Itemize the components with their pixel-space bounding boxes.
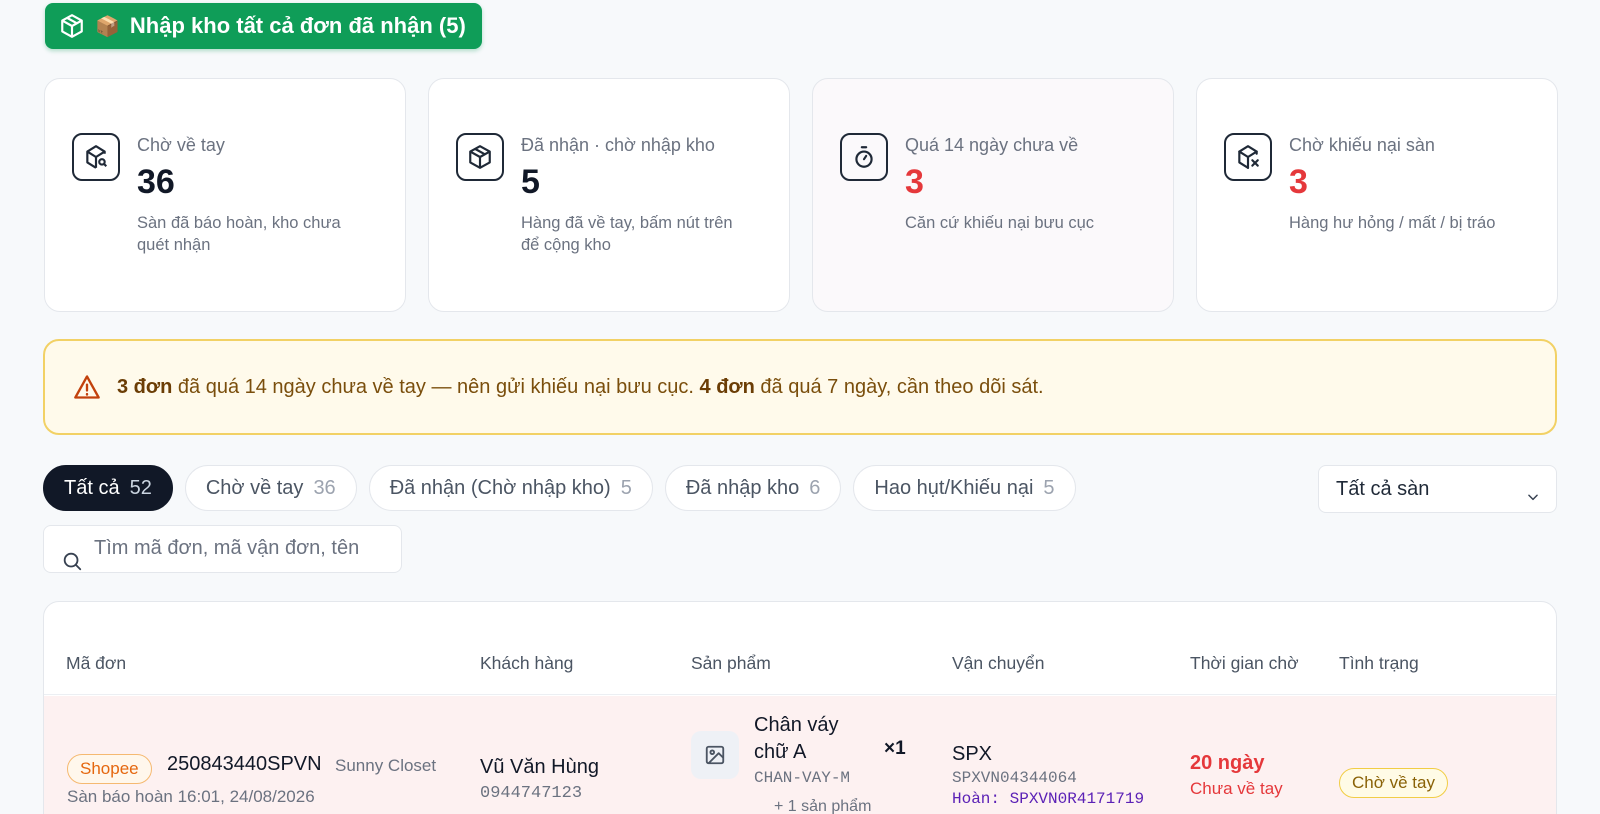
stats-cards: Chờ về tay 36 Sàn đã báo hoàn, kho chưa … bbox=[44, 78, 1558, 312]
column-header-customer[interactable]: Khách hàng bbox=[480, 653, 573, 674]
customer-name: Vũ Văn Hùng bbox=[480, 756, 599, 778]
alert-text-part2: đã quá 7 ngày, cần theo dõi sát. bbox=[754, 375, 1044, 398]
order-id[interactable]: 250843440SPVN bbox=[167, 753, 322, 776]
tab-imported[interactable]: Đã nhập kho 6 bbox=[664, 465, 842, 511]
alert-count-14-days: 3 đơn bbox=[117, 375, 173, 398]
table-header: Mã đơn Khách hàng Sản phẩm Vận chuyển Th… bbox=[44, 602, 1556, 695]
search-input[interactable] bbox=[94, 532, 384, 564]
stat-card-awaiting[interactable]: Chờ về tay 36 Sàn đã báo hoàn, kho chưa … bbox=[44, 78, 406, 312]
tab-awaiting[interactable]: Chờ về tay 36 bbox=[184, 465, 357, 511]
import-all-label: Nhập kho tất cả đơn đã nhận (5) bbox=[129, 13, 466, 38]
status-tabs: Tất cả 52 Chờ về tay 36 Đã nhận (Chờ nhậ… bbox=[43, 465, 1076, 511]
stat-label: Chờ về tay bbox=[137, 135, 225, 155]
tab-count: 5 bbox=[1043, 476, 1055, 499]
stat-label: Quá 14 ngày chưa về bbox=[905, 135, 1079, 155]
search-box bbox=[43, 525, 402, 573]
product-quantity: ×1 bbox=[884, 738, 906, 759]
stat-value: 3 bbox=[905, 163, 924, 201]
alert-text: 3 đơn đã quá 14 ngày chưa về tay — nên g… bbox=[117, 376, 1044, 399]
platform-badge: Shopee bbox=[67, 754, 152, 784]
stat-card-overdue[interactable]: Quá 14 ngày chưa về 3 Căn cứ khiếu nại b… bbox=[812, 78, 1174, 312]
tab-count: 6 bbox=[809, 476, 821, 499]
package-check-icon bbox=[61, 14, 83, 38]
tab-count: 36 bbox=[313, 476, 336, 499]
product-name-line2: chữ A bbox=[754, 741, 807, 763]
warning-triangle-icon bbox=[74, 375, 100, 399]
search-icon bbox=[63, 552, 82, 571]
wait-note: Chưa về tay bbox=[1190, 779, 1283, 798]
column-header-wait-time[interactable]: Thời gian chờ bbox=[1190, 653, 1299, 674]
alert-count-7-days: 4 đơn bbox=[699, 375, 755, 398]
wait-days: 20 ngày bbox=[1190, 752, 1265, 774]
stat-description: Căn cứ khiếu nại bưu cục bbox=[905, 214, 1095, 232]
return-label: Hoàn: bbox=[952, 790, 1001, 808]
image-icon bbox=[705, 745, 725, 765]
return-tracking-number: SPXVN0R4171719 bbox=[1009, 790, 1145, 808]
stat-description: Sàn đã báo hoàn, kho chưa quét nhận bbox=[137, 214, 341, 254]
order-note: Sàn báo hoàn 16:01, 24/08/2026 bbox=[67, 787, 315, 806]
column-header-shipping[interactable]: Vận chuyển bbox=[952, 653, 1044, 674]
tab-loss-complaint[interactable]: Hao hụt/Khiếu nại 5 bbox=[853, 465, 1076, 511]
more-products-link[interactable]: + 1 sản phẩm bbox=[774, 798, 871, 814]
timer-icon bbox=[840, 133, 888, 181]
product-sku: CHAN-VAY-M bbox=[754, 769, 851, 787]
chevron-down-icon bbox=[1528, 494, 1538, 501]
tab-label: Hao hụt/Khiếu nại bbox=[874, 476, 1034, 499]
stat-card-received[interactable]: Đã nhận · chờ nhập kho 5 Hàng đã về tay,… bbox=[428, 78, 790, 312]
stat-description: Hàng đã về tay, bấm nút trên để cộng kho bbox=[521, 214, 733, 254]
tab-label: Đã nhập kho bbox=[685, 476, 800, 499]
tab-count: 52 bbox=[129, 476, 152, 499]
customer-phone: 0944747123 bbox=[480, 784, 583, 803]
stat-value: 5 bbox=[521, 163, 540, 201]
tab-received[interactable]: Đã nhận (Chờ nhập kho) 5 bbox=[368, 465, 653, 511]
orders-table: Mã đơn Khách hàng Sản phẩm Vận chuyển Th… bbox=[43, 601, 1557, 814]
stat-value: 36 bbox=[137, 163, 175, 201]
tab-label: Tất cả bbox=[64, 476, 120, 499]
status-badge: Chờ về tay bbox=[1339, 768, 1448, 798]
column-header-status[interactable]: Tình trạng bbox=[1339, 653, 1419, 674]
tab-label: Đã nhận (Chờ nhập kho) bbox=[389, 476, 611, 499]
product-name-line1: Chân váy bbox=[754, 714, 839, 736]
table-row[interactable]: Shopee 250843440SPVN Sunny Closet Sàn bá… bbox=[44, 696, 1556, 814]
product-thumbnail bbox=[691, 731, 739, 779]
stat-label: Đã nhận · chờ nhập kho bbox=[521, 135, 715, 155]
stat-description: Hàng hư hỏng / mất / bị tráo bbox=[1289, 214, 1496, 232]
tracking-number: SPXVN04344064 bbox=[952, 769, 1077, 787]
import-all-button[interactable]: 📦 Nhập kho tất cả đơn đã nhận (5) bbox=[45, 3, 482, 49]
package-emoji-icon: 📦 bbox=[95, 15, 120, 38]
package-x-icon bbox=[1224, 133, 1272, 181]
platform-select-value: Tất cả sàn bbox=[1336, 477, 1430, 500]
tab-count: 5 bbox=[620, 476, 632, 499]
tab-label: Chờ về tay bbox=[205, 476, 304, 499]
package-search-icon bbox=[72, 133, 120, 181]
column-header-product[interactable]: Sản phẩm bbox=[691, 653, 771, 674]
alert-text-part1: đã quá 14 ngày chưa về tay — nên gửi khi… bbox=[172, 375, 700, 398]
shop-name: Sunny Closet bbox=[335, 756, 437, 775]
stat-card-complaint[interactable]: Chờ khiếu nại sàn 3 Hàng hư hỏng / mất /… bbox=[1196, 78, 1558, 312]
tab-all[interactable]: Tất cả 52 bbox=[43, 465, 173, 511]
carrier-name: SPX bbox=[952, 743, 993, 765]
return-tracking: Hoàn: SPXVN0R4171719 bbox=[952, 790, 1144, 808]
stat-label: Chờ khiếu nại sàn bbox=[1289, 135, 1435, 155]
stat-value: 3 bbox=[1289, 163, 1308, 201]
overdue-alert: 3 đơn đã quá 14 ngày chưa về tay — nên g… bbox=[43, 339, 1557, 435]
column-header-order[interactable]: Mã đơn bbox=[66, 653, 126, 674]
platform-select[interactable]: Tất cả sàn bbox=[1318, 465, 1557, 513]
package-icon bbox=[456, 133, 504, 181]
